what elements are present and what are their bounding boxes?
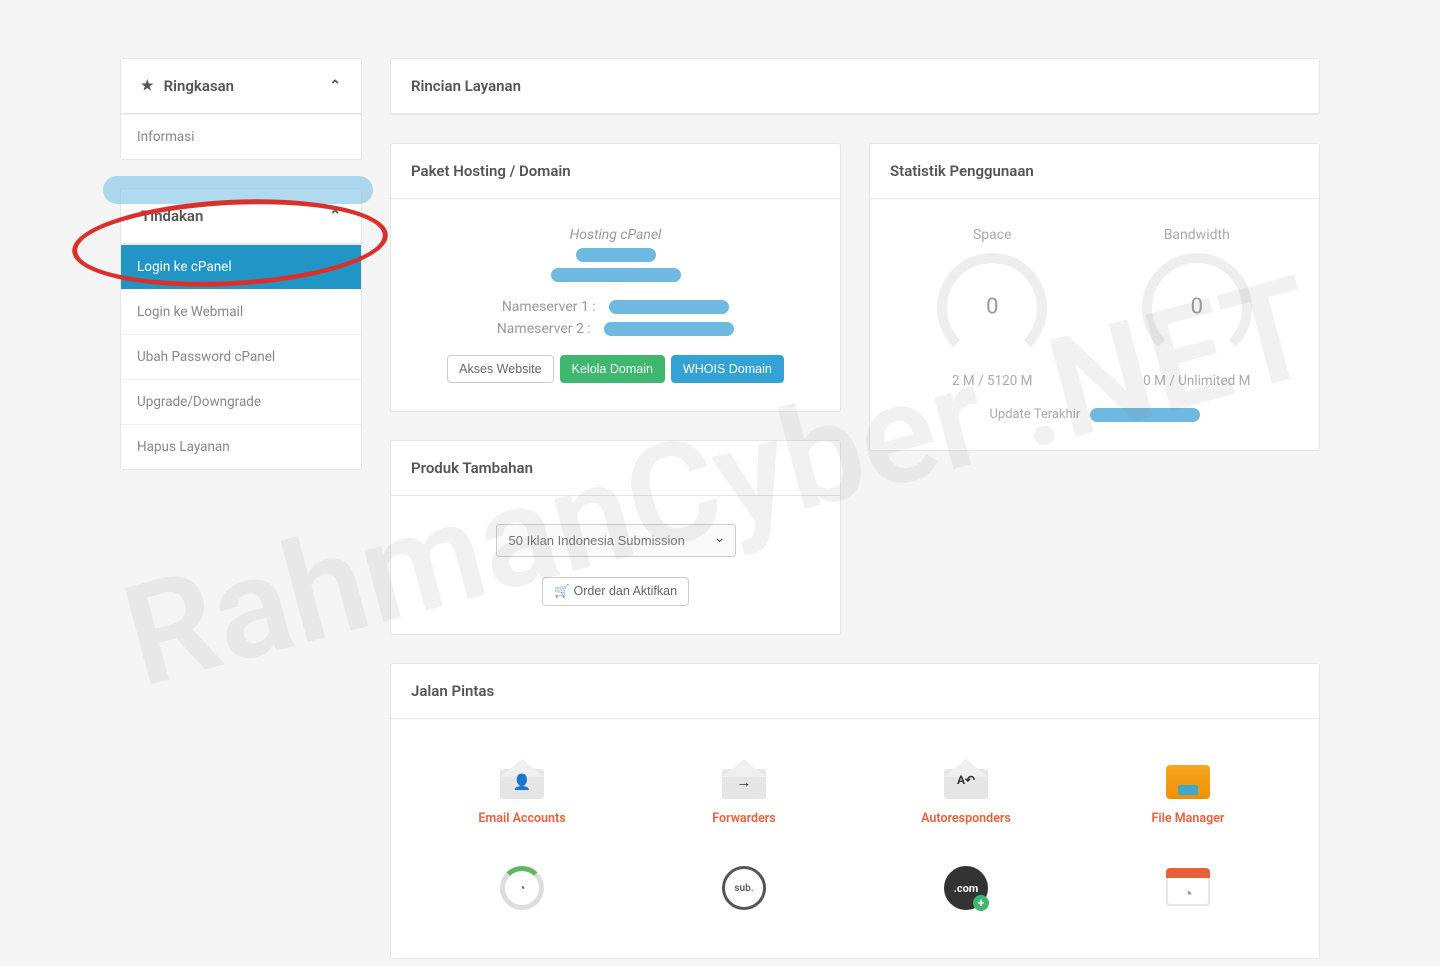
sidebar-item-hapus[interactable]: Hapus Layanan	[121, 424, 361, 469]
shortcut-forwarders[interactable]: → Forwarders	[633, 749, 855, 856]
addon-domains-icon: .com	[941, 866, 991, 906]
details-card: Rincian Layanan	[390, 58, 1320, 115]
shortcut-label: Email Accounts	[411, 811, 633, 826]
addon-title: Produk Tambahan	[391, 441, 840, 496]
stat-space: Space 2 M / 5120 M	[890, 227, 1095, 389]
bandwidth-label: Bandwidth	[1095, 227, 1300, 243]
shortcut-subdomains[interactable]: sub.	[633, 856, 855, 948]
order-btn-label: Order dan Aktifkan	[574, 584, 678, 598]
hosting-type: Hosting cPanel	[411, 227, 820, 243]
actions-title: Tindakan	[141, 207, 203, 225]
shortcut-label: Autoresponders	[855, 811, 1077, 826]
autoresponders-icon: A↶	[941, 759, 991, 799]
redacted-plan	[576, 248, 656, 262]
redacted-ns1	[609, 300, 729, 314]
redacted-domain	[551, 268, 681, 282]
shortcut-email-accounts[interactable]: 👤 Email Accounts	[411, 749, 633, 856]
file-manager-icon	[1163, 759, 1213, 799]
chevron-up-icon: ⌃	[329, 78, 341, 94]
sidebar-item-login-cpanel[interactable]: Login ke cPanel	[121, 244, 361, 289]
backup-icon: ◔	[497, 866, 547, 906]
shortcut-cron-jobs[interactable]	[1077, 856, 1299, 948]
akses-website-button[interactable]: Akses Website	[447, 355, 553, 383]
stats-title: Statistik Penggunaan	[870, 144, 1319, 199]
shortcut-label: Forwarders	[633, 811, 855, 826]
email-icon: 👤	[497, 759, 547, 799]
sidebar-item-ubah-password[interactable]: Ubah Password cPanel	[121, 334, 361, 379]
bandwidth-gauge	[1142, 253, 1252, 363]
stat-bandwidth: Bandwidth 0 M / Unlimited M	[1095, 227, 1300, 389]
addon-select[interactable]: 50 Iklan Indonesia Submission	[496, 524, 736, 557]
shortcut-autoresponders[interactable]: A↶ Autoresponders	[855, 749, 1077, 856]
addon-card: Produk Tambahan 50 Iklan Indonesia Submi…	[390, 440, 841, 635]
summary-title: Ringkasan	[164, 77, 234, 95]
shortcuts-title: Jalan Pintas	[391, 664, 1319, 719]
cron-icon	[1163, 866, 1213, 906]
ns2-label: Nameserver 2 :	[497, 321, 591, 337]
subdomains-icon: sub.	[719, 866, 769, 906]
bandwidth-sub: 0 M / Unlimited M	[1095, 373, 1300, 389]
kelola-domain-button[interactable]: Kelola Domain	[560, 355, 665, 383]
details-title: Rincian Layanan	[391, 59, 1319, 114]
order-activate-button[interactable]: 🛒 Order dan Aktifkan	[542, 577, 689, 606]
forwarders-icon: →	[719, 759, 769, 799]
redacted-update-date	[1090, 408, 1200, 422]
sidebar-item-informasi[interactable]: Informasi	[121, 114, 361, 159]
space-sub: 2 M / 5120 M	[890, 373, 1095, 389]
cart-icon: 🛒	[554, 584, 570, 598]
sidebar-item-upgrade[interactable]: Upgrade/Downgrade	[121, 379, 361, 424]
sidebar-summary-panel: ★ Ringkasan ⌃ Informasi	[120, 58, 362, 160]
space-gauge	[937, 253, 1047, 363]
space-label: Space	[890, 227, 1095, 243]
chevron-up-icon: ⌃	[329, 208, 341, 224]
whois-domain-button[interactable]: WHOIS Domain	[671, 355, 784, 383]
stats-card: Statistik Penggunaan Space 2 M / 5120 M …	[869, 143, 1320, 451]
sidebar-actions-header[interactable]: Tindakan ⌃	[121, 189, 361, 244]
shortcuts-card: Jalan Pintas 👤 Email Accounts → Forwarde…	[390, 663, 1320, 959]
shortcut-label: File Manager	[1077, 811, 1299, 826]
hosting-card: Paket Hosting / Domain Hosting cPanel Na…	[390, 143, 841, 412]
shortcut-backup[interactable]: ◔	[411, 856, 633, 948]
update-label: Update Terakhir	[989, 407, 1080, 422]
ns1-label: Nameserver 1 :	[502, 299, 596, 315]
shortcut-file-manager[interactable]: File Manager	[1077, 749, 1299, 856]
sidebar-summary-header[interactable]: ★ Ringkasan ⌃	[121, 59, 361, 114]
shortcut-addon-domains[interactable]: .com	[855, 856, 1077, 948]
redacted-ns2	[604, 322, 734, 336]
hosting-title: Paket Hosting / Domain	[391, 144, 840, 199]
sidebar-item-login-webmail[interactable]: Login ke Webmail	[121, 289, 361, 334]
sidebar-actions-panel: Tindakan ⌃ Login ke cPanel Login ke Webm…	[120, 188, 362, 470]
star-icon: ★	[141, 78, 154, 94]
